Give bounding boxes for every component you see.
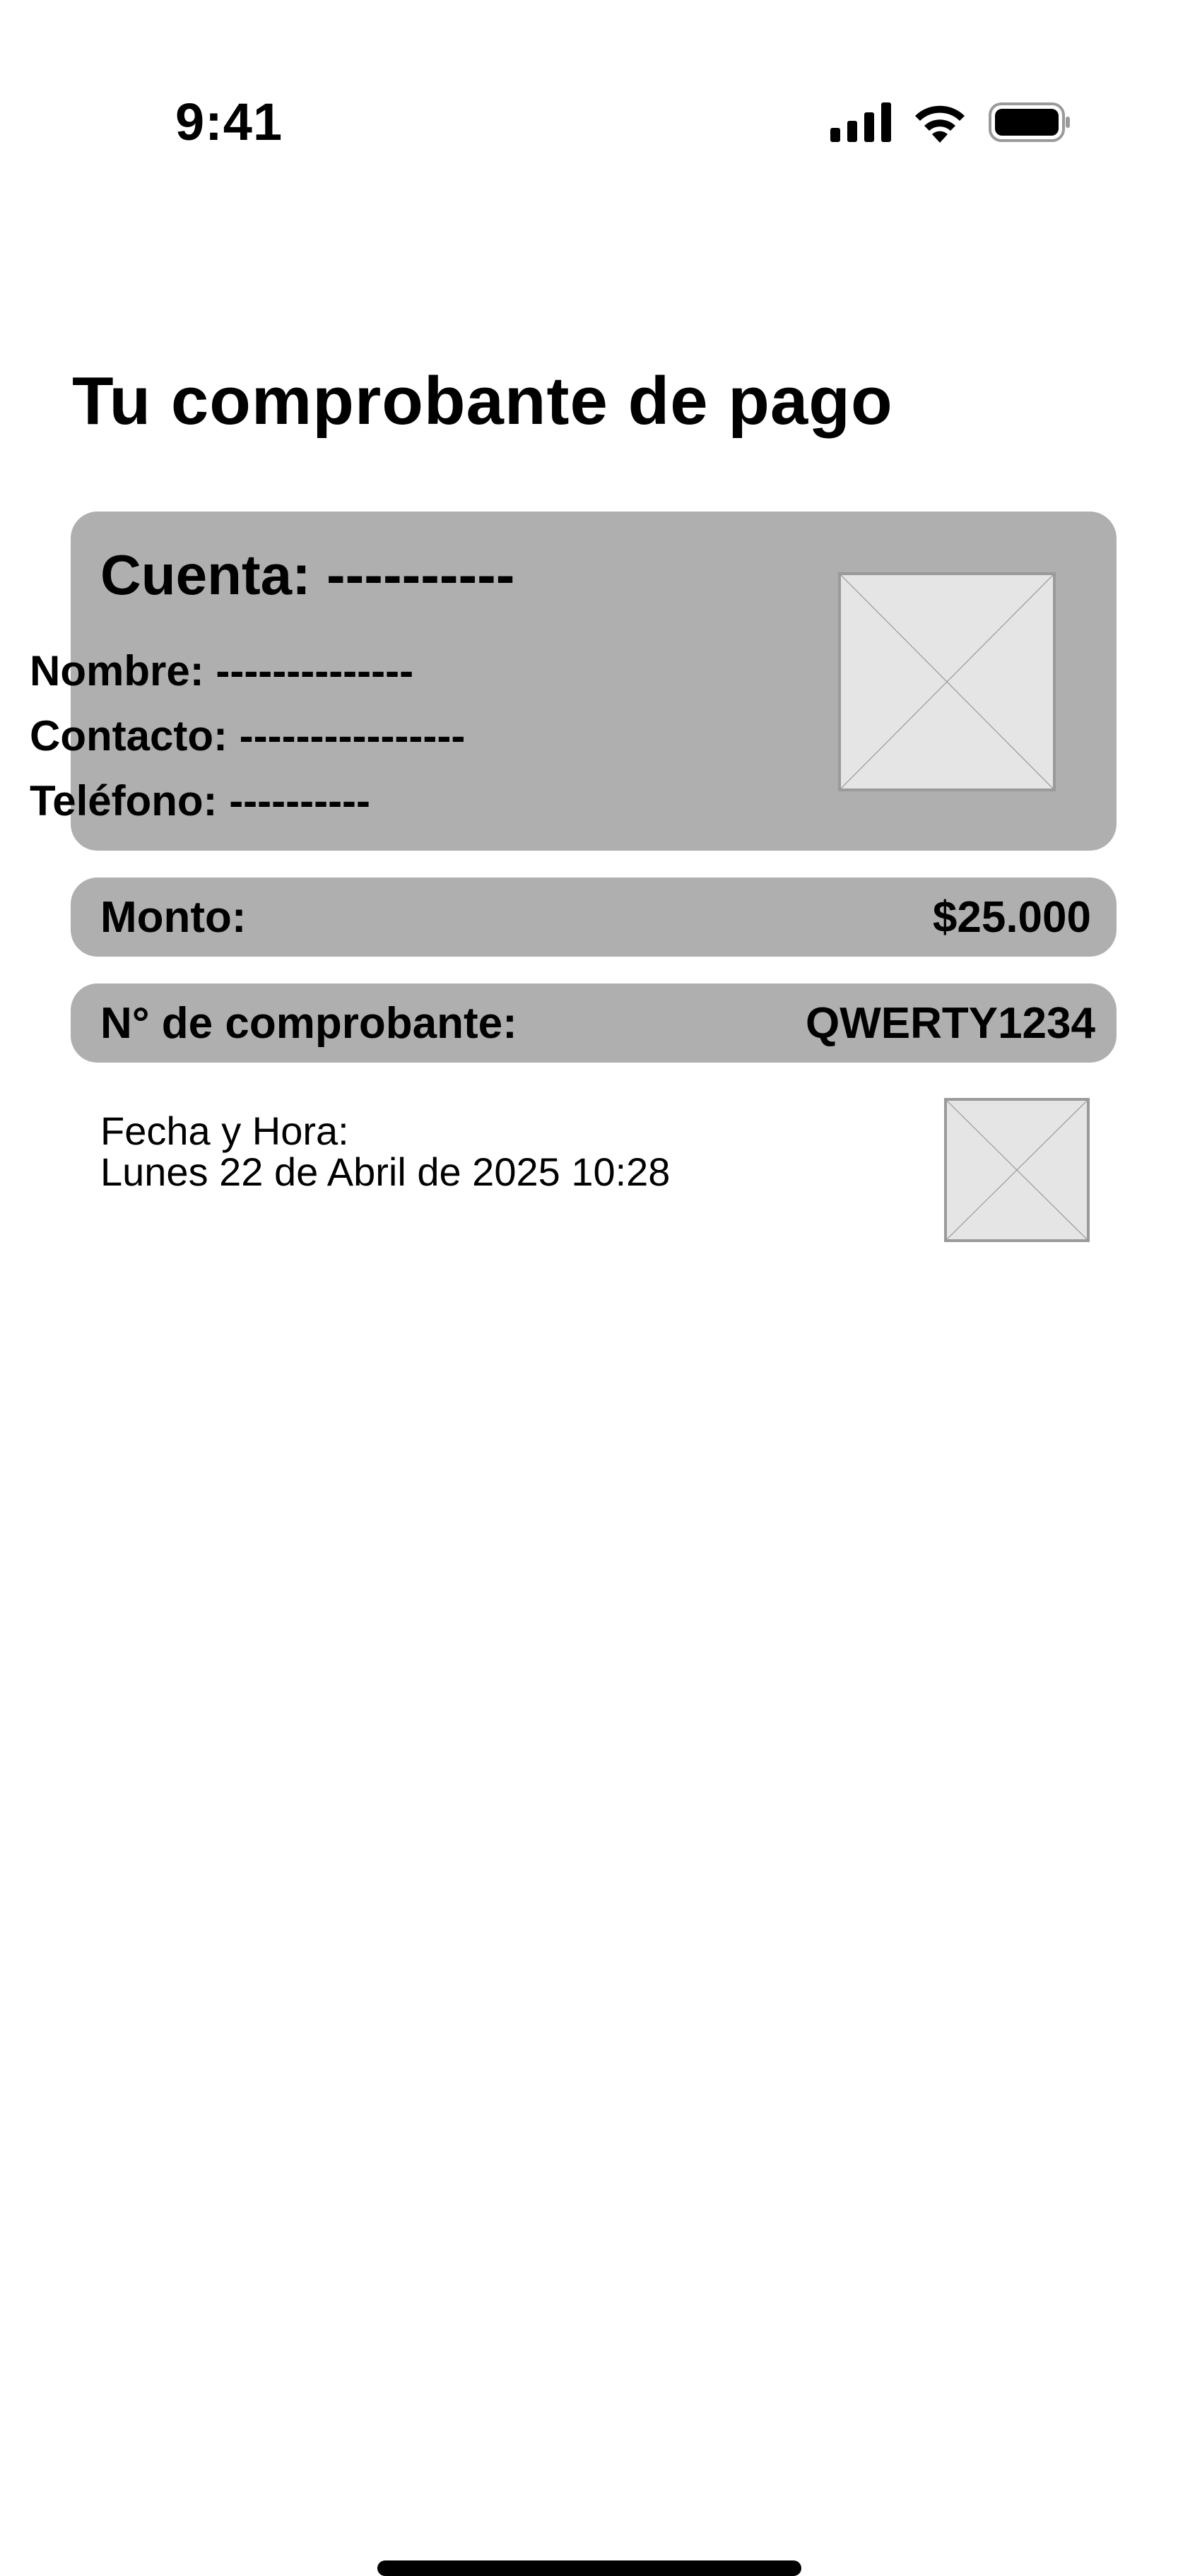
receipt-image-placeholder[interactable] (944, 1098, 1090, 1242)
amount-label: Monto: (100, 892, 247, 942)
name-line: Nombre: -------------- (30, 644, 413, 698)
wifi-icon (912, 102, 967, 146)
image-placeholder-icon (947, 1101, 1087, 1239)
voucher-value: QWERTY1234 (805, 998, 1095, 1048)
phone-label: Teléfono: (30, 777, 218, 825)
date-label: Fecha y Hora: (100, 1109, 349, 1153)
phone-value: ---------- (229, 777, 371, 825)
contact-label: Contacto: (30, 712, 228, 760)
image-placeholder-icon (841, 575, 1053, 788)
status-bar: 9:41 (0, 0, 1178, 170)
status-time: 9:41 (175, 93, 283, 151)
contact-value: ---------------- (239, 712, 466, 760)
voucher-label: N° de comprobante: (100, 998, 517, 1048)
voucher-card: N° de comprobante: QWERTY1234 (71, 983, 1117, 1063)
contact-line: Contacto: ---------------- (30, 709, 465, 763)
status-icons (830, 99, 1071, 148)
page-title: Tu comprobante de pago (72, 363, 893, 439)
account-image-placeholder (838, 572, 1056, 791)
amount-card: Monto: $25.000 (71, 878, 1117, 957)
date-value: Lunes 22 de Abril de 2025 10:28 (100, 1150, 671, 1194)
amount-value: $25.000 (932, 892, 1091, 942)
home-indicator[interactable] (377, 2560, 801, 2576)
account-value: ---------- (326, 543, 515, 606)
account-heading: Cuenta: ---------- (100, 540, 514, 610)
name-value: -------------- (216, 647, 414, 695)
cellular-signal-icon (830, 102, 891, 146)
name-label: Nombre: (30, 647, 204, 695)
battery-icon (989, 102, 1071, 146)
account-label: Cuenta: (100, 543, 311, 606)
date-block: Fecha y Hora: Lunes 22 de Abril de 2025 … (100, 1111, 670, 1193)
phone-line: Teléfono: ---------- (30, 774, 370, 828)
